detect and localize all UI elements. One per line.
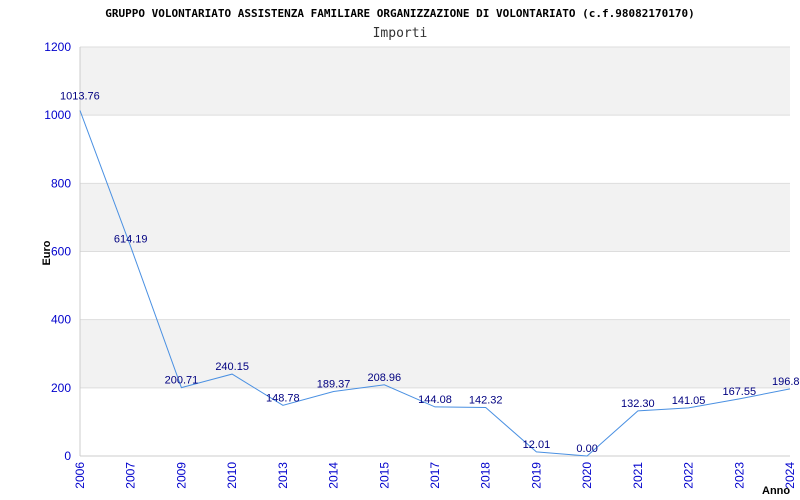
- data-label: 200.71: [165, 375, 199, 387]
- data-label: 1013.76: [60, 90, 100, 102]
- y-tick-label: 400: [51, 313, 71, 327]
- line-chart: 020040060080010001200 2006 2007 2009 2010 20…: [41, 7, 800, 497]
- data-label: 148.78: [266, 392, 300, 404]
- grid-band: [80, 47, 790, 116]
- x-tick-label: 2018: [479, 462, 493, 489]
- data-label: 167.55: [722, 386, 756, 398]
- x-tick-label: 2014: [327, 462, 341, 489]
- x-tick-label: 2022: [682, 462, 696, 489]
- y-tick-label: 200: [51, 381, 71, 395]
- y-tick-label: 1200: [44, 40, 71, 54]
- y-tick-label: 0: [64, 449, 71, 463]
- x-tick-label: 2023: [732, 462, 746, 489]
- y-tick-label: 800: [51, 176, 71, 190]
- data-label: 12.01: [523, 439, 551, 451]
- data-label: 196.80: [772, 376, 800, 388]
- y-tick-label: 1000: [44, 108, 71, 122]
- x-tick-label: 2019: [529, 462, 543, 489]
- grid-band: [80, 183, 790, 252]
- data-label: 240.15: [215, 361, 249, 373]
- data-label: 614.19: [114, 234, 148, 246]
- data-label: 132.30: [621, 398, 655, 410]
- y-tick-label: 600: [51, 245, 71, 259]
- x-tick-label: 2010: [225, 462, 239, 489]
- x-tick-label: 2009: [174, 462, 188, 489]
- x-tick-label: 2020: [580, 462, 594, 489]
- data-label: 189.37: [317, 378, 351, 390]
- x-tick-label: 2021: [631, 462, 645, 489]
- x-tick-label: 2006: [73, 462, 87, 489]
- x-tick-label: 2007: [124, 462, 138, 489]
- chart-subtitle: Importi: [373, 26, 428, 41]
- x-tick-label: 2013: [276, 462, 290, 489]
- x-tick-label: 2017: [428, 462, 442, 489]
- data-label: 141.05: [672, 395, 706, 407]
- chart-title: GRUPPO VOLONTARIATO ASSISTENZA FAMILIARE…: [105, 7, 694, 20]
- data-label: 142.32: [469, 394, 503, 406]
- x-tick-labels: 2006 2007 2009 2010 2013 2014 2015 2017 2018 2019…: [73, 462, 797, 489]
- data-label: 208.96: [367, 372, 401, 384]
- grid-bands: [80, 47, 790, 388]
- data-label: 0.00: [576, 443, 597, 455]
- data-labels: 1013.76 614.19 200.71 240.15 148.78 189.37 208…: [60, 90, 800, 455]
- x-axis-label: Anno: [762, 485, 790, 497]
- data-label: 144.08: [418, 394, 452, 406]
- x-tick-label: 2015: [377, 462, 391, 489]
- y-axis-label: Euro: [41, 240, 53, 265]
